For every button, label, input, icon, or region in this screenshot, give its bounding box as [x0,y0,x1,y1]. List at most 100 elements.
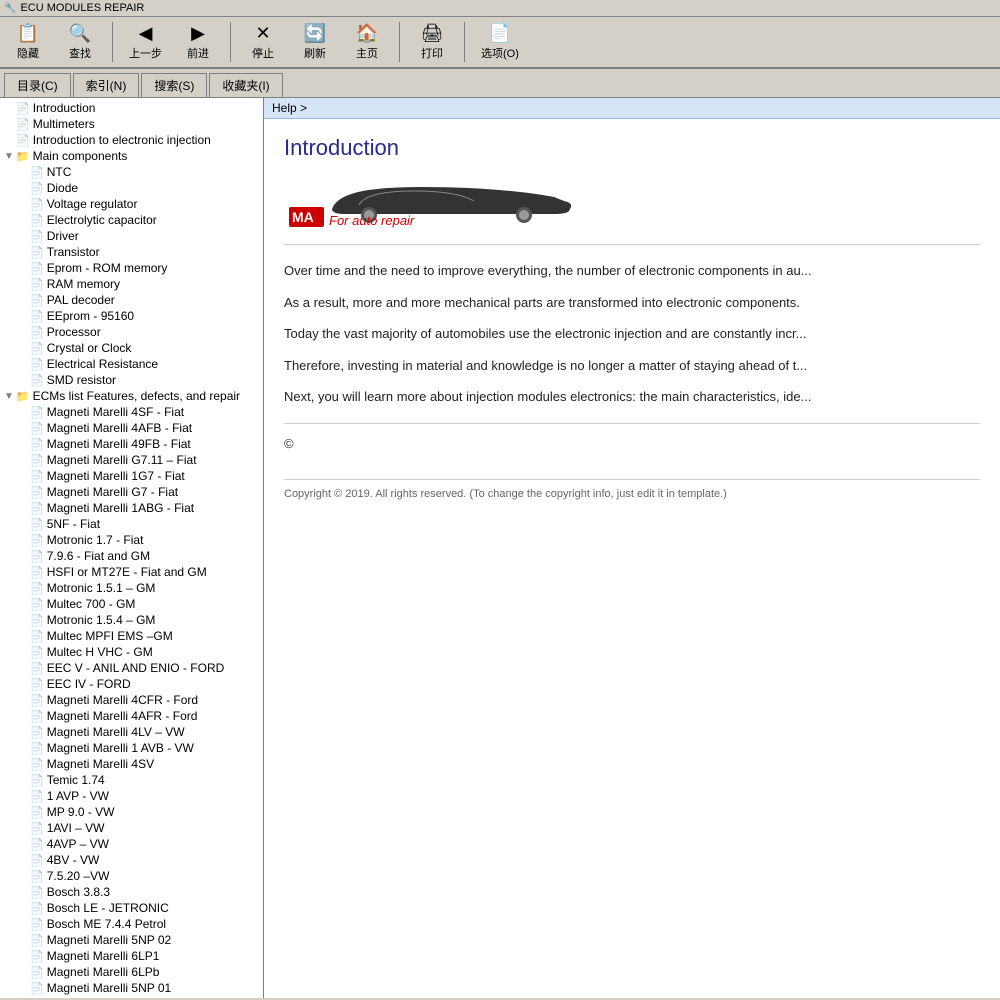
sidebar-item-mm-5np01[interactable]: 📄Magneti Marelli 5NP 01 [0,980,263,996]
sidebar-item-mm-6lp1[interactable]: 📄Magneti Marelli 6LP1 [0,948,263,964]
forward-icon: ▶ [191,23,205,44]
sidebar-item-driver[interactable]: 📄Driver [0,228,263,244]
sidebar-item-7-9-6[interactable]: 📄7.9.6 - Fiat and GM [0,548,263,564]
sidebar-item-mm-4sv[interactable]: 📄Magneti Marelli 4SV [0,756,263,772]
sidebar-item-mm-g7[interactable]: 📄Magneti Marelli G7 - Fiat [0,484,263,500]
sidebar-item-label: ECMs list Features, defects, and repair [33,389,240,403]
sidebar-item-hsfi-mt27e[interactable]: 📄HSFI or MT27E - Fiat and GM [0,564,263,580]
sidebar-item-ntc[interactable]: 📄NTC [0,164,263,180]
tab-bar: 目录(C) 索引(N) 搜索(S) 收藏夹(I) [0,69,1000,98]
sidebar-item-mm-4afr[interactable]: 📄Magneti Marelli 4AFR - Ford [0,708,263,724]
sidebar-item-eprom-rom[interactable]: 📄Eprom - ROM memory [0,260,263,276]
page-icon: 📄 [30,278,44,291]
refresh-button[interactable]: 🔄 刷新 [293,21,337,63]
sidebar-item-bosch-le[interactable]: 📄Bosch LE - JETRONIC [0,900,263,916]
options-button[interactable]: 📄 选项(O) [475,21,525,63]
sidebar-item-label: Magneti Marelli 5NP 01 [47,981,172,995]
sidebar-item-mm-1avb[interactable]: 📄Magneti Marelli 1 AVB - VW [0,740,263,756]
sidebar-item-mm-6lpb[interactable]: 📄Magneti Marelli 6LPb [0,964,263,980]
sidebar-item-label: MP 9.0 - VW [47,805,115,819]
sidebar-item-1avp-vw[interactable]: 📄1 AVP - VW [0,788,263,804]
back-button[interactable]: ◀ 上一步 [123,21,168,63]
sidebar-item-bosch-383[interactable]: 📄Bosch 3.8.3 [0,884,263,900]
sidebar-item-eec-v[interactable]: 📄EEC V - ANIL AND ENIO - FORD [0,660,263,676]
back-icon: ◀ [139,23,153,44]
sidebar-item-mm-4lv[interactable]: 📄Magneti Marelli 4LV – VW [0,724,263,740]
forward-button[interactable]: ▶ 前进 [176,21,220,63]
sidebar-item-introduction[interactable]: 📄Introduction [0,100,263,116]
page-icon: 📄 [30,502,44,515]
hide-button[interactable]: 📋 隐藏 [6,21,50,63]
sidebar-item-mm-4sf[interactable]: 📄Magneti Marelli 4SF - Fiat [0,404,263,420]
sidebar-item-mm-4afb[interactable]: 📄Magneti Marelli 4AFB - Fiat [0,420,263,436]
sidebar-item-crystal-clock[interactable]: 📄Crystal or Clock [0,340,263,356]
sidebar-item-mm-49fb[interactable]: 📄Magneti Marelli 49FB - Fiat [0,436,263,452]
sidebar-item-mm-4cfr[interactable]: 📄Magneti Marelli 4CFR - Ford [0,692,263,708]
sidebar-item-label: Eprom - ROM memory [47,261,168,275]
app-icon: 🔧 [4,3,16,14]
sidebar[interactable]: 📄Introduction📄Multimeters📄Introduction t… [0,98,264,998]
sidebar-item-electrolytic[interactable]: 📄Electrolytic capacitor [0,212,263,228]
sidebar-item-temic-174[interactable]: 📄Temic 1.74 [0,772,263,788]
sidebar-item-processor[interactable]: 📄Processor [0,324,263,340]
tab-toc[interactable]: 目录(C) [4,73,71,97]
folder-expand-icon: ▼ [4,151,14,162]
sidebar-item-7520-vw[interactable]: 📄7.5.20 –VW [0,868,263,884]
sidebar-item-mp90-vw[interactable]: 📄MP 9.0 - VW [0,804,263,820]
tab-index[interactable]: 索引(N) [73,73,140,97]
sidebar-item-mm-5np02[interactable]: 📄Magneti Marelli 5NP 02 [0,932,263,948]
tab-search[interactable]: 搜索(S) [141,73,207,97]
sidebar-item-multimeters[interactable]: 📄Multimeters [0,116,263,132]
sidebar-item-ram-memory[interactable]: 📄RAM memory [0,276,263,292]
sidebar-item-elec-resistance[interactable]: 📄Electrical Resistance [0,356,263,372]
sidebar-item-intro-electronic[interactable]: 📄Introduction to electronic injection [0,132,263,148]
print-label: 打印 [421,45,443,61]
sidebar-item-multec-mpfi[interactable]: 📄Multec MPFI EMS –GM [0,628,263,644]
page-icon: 📄 [30,486,44,499]
stop-button[interactable]: ✕ 停止 [241,21,285,63]
sidebar-item-mm-1abg[interactable]: 📄Magneti Marelli 1ABG - Fiat [0,500,263,516]
print-button[interactable]: 🖨 打印 [410,21,454,63]
sidebar-item-multec-hvhc[interactable]: 📄Multec H VHC - GM [0,644,263,660]
sidebar-item-label: Temic 1.74 [47,773,105,787]
sidebar-item-mm-1g7[interactable]: 📄Magneti Marelli 1G7 - Fiat [0,468,263,484]
sidebar-item-multec-700[interactable]: 📄Multec 700 - GM [0,596,263,612]
home-button[interactable]: 🏠 主页 [345,21,389,63]
page-icon: 📄 [30,886,44,899]
sidebar-item-motronic-17[interactable]: 📄Motronic 1.7 - Fiat [0,532,263,548]
sidebar-item-4avp-vw[interactable]: 📄4AVP – VW [0,836,263,852]
sidebar-item-motronic-154[interactable]: 📄Motronic 1.5.4 – GM [0,612,263,628]
page-icon: 📄 [30,230,44,243]
sidebar-item-transistor[interactable]: 📄Transistor [0,244,263,260]
tab-favorites[interactable]: 收藏夹(I) [209,73,282,97]
sidebar-item-label: 4AVP – VW [47,837,109,851]
page-icon: 📄 [30,694,44,707]
separator-1 [112,22,113,62]
page-icon: 📄 [30,550,44,563]
page-icon: 📄 [30,326,44,339]
page-title: Introduction [284,135,980,161]
refresh-label: 刷新 [304,45,326,61]
sidebar-item-eeprom-95160[interactable]: 📄EEprom - 95160 [0,308,263,324]
sidebar-item-1avi-vw[interactable]: 📄1AVI – VW [0,820,263,836]
sidebar-item-ecms-list[interactable]: ▼📁ECMs list Features, defects, and repai… [0,388,263,404]
sidebar-item-label: Introduction [33,101,96,115]
sidebar-item-mm-g711[interactable]: 📄Magneti Marelli G7.11 – Fiat [0,452,263,468]
page-icon: 📄 [30,310,44,323]
sidebar-item-motronic-151[interactable]: 📄Motronic 1.5.1 – GM [0,580,263,596]
sidebar-item-bosch-me744[interactable]: 📄Bosch ME 7.4.4 Petrol [0,916,263,932]
sidebar-item-voltage-reg[interactable]: 📄Voltage regulator [0,196,263,212]
sidebar-item-diode[interactable]: 📄Diode [0,180,263,196]
sidebar-item-smd-resistor[interactable]: 📄SMD resistor [0,372,263,388]
sidebar-item-eec-iv[interactable]: 📄EEC IV - FORD [0,676,263,692]
svg-text:For auto repair: For auto repair [329,213,415,228]
find-button[interactable]: 🔍 查找 [58,21,102,63]
page-icon: 📄 [30,438,44,451]
page-icon: 📄 [30,630,44,643]
back-label: 上一步 [129,45,162,61]
sidebar-item-4bv-vw[interactable]: 📄4BV - VW [0,852,263,868]
sidebar-item-label: Electrical Resistance [47,357,158,371]
sidebar-item-5nf-fiat[interactable]: 📄5NF - Fiat [0,516,263,532]
sidebar-item-main-components[interactable]: ▼📁Main components [0,148,263,164]
sidebar-item-pal-decoder[interactable]: 📄PAL decoder [0,292,263,308]
